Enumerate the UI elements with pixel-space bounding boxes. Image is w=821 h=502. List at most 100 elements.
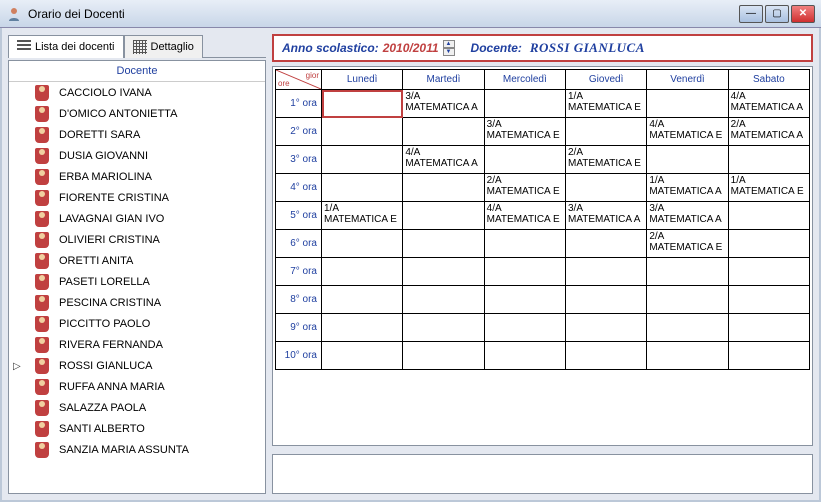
teacher-list[interactable]: CACCIOLO IVANAD'OMICO ANTONIETTADORETTI … [9, 82, 265, 493]
timetable-cell[interactable] [322, 258, 403, 286]
timetable-cell[interactable] [322, 286, 403, 314]
teacher-row[interactable]: SALAZZA PAOLA [9, 397, 265, 418]
timetable-cell[interactable] [565, 314, 646, 342]
day-header: Martedì [403, 70, 484, 90]
teacher-row[interactable]: RUFFA ANNA MARIA [9, 376, 265, 397]
tab-dettaglio[interactable]: Dettaglio [124, 35, 203, 58]
timetable-cell[interactable] [728, 202, 809, 230]
timetable-cell[interactable]: 4/AMATEMATICA A [403, 146, 484, 174]
year-up-button[interactable]: ▲ [443, 40, 455, 48]
timetable-cell[interactable] [403, 286, 484, 314]
teacher-row[interactable]: ERBA MARIOLINA [9, 166, 265, 187]
timetable-cell[interactable]: 1/AMATEMATICA E [565, 90, 646, 118]
timetable-cell[interactable] [484, 258, 565, 286]
timetable-cell[interactable]: 3/AMATEMATICA A [565, 202, 646, 230]
tab-lista-docenti[interactable]: Lista dei docenti [8, 35, 124, 58]
timetable-cell[interactable]: 1/AMATEMATICA A [647, 174, 728, 202]
timetable-cell[interactable] [322, 314, 403, 342]
teacher-row[interactable]: DORETTI SARA [9, 124, 265, 145]
teacher-row[interactable]: ORETTI ANITA [9, 250, 265, 271]
cell-subject: MATEMATICA E [487, 186, 563, 197]
timetable-cell[interactable]: 1/AMATEMATICA E [322, 202, 403, 230]
timetable-cell[interactable] [647, 286, 728, 314]
teacher-row[interactable]: PICCITTO PAOLO [9, 313, 265, 334]
timetable-cell[interactable] [484, 230, 565, 258]
cell-class: 3/A [568, 203, 644, 214]
year-down-button[interactable]: ▼ [443, 48, 455, 56]
cell-subject: MATEMATICA A [731, 102, 807, 113]
timetable-cell[interactable] [647, 146, 728, 174]
timetable-cell[interactable]: 4/AMATEMATICA A [728, 90, 809, 118]
timetable-cell[interactable]: 3/AMATEMATICA A [403, 90, 484, 118]
hour-header: 2° ora [276, 118, 322, 146]
teacher-row[interactable]: SANTI ALBERTO [9, 418, 265, 439]
timetable-cell[interactable] [403, 314, 484, 342]
timetable-cell[interactable]: 2/AMATEMATICA E [647, 230, 728, 258]
teacher-row[interactable]: PASETI LORELLA [9, 271, 265, 292]
timetable-cell[interactable] [728, 146, 809, 174]
timetable-cell[interactable]: 2/AMATEMATICA A [728, 118, 809, 146]
timetable-cell[interactable] [484, 90, 565, 118]
timetable-cell[interactable]: 2/AMATEMATICA E [565, 146, 646, 174]
timetable-cell[interactable] [484, 146, 565, 174]
timetable-cell[interactable] [322, 342, 403, 370]
teacher-icon [35, 379, 49, 395]
window-titlebar: Orario dei Docenti — ▢ ✕ [0, 0, 821, 28]
timetable-cell[interactable] [728, 314, 809, 342]
timetable-cell[interactable] [647, 314, 728, 342]
teacher-row[interactable]: PESCINA CRISTINA [9, 292, 265, 313]
timetable-cell[interactable] [728, 286, 809, 314]
cell-subject: MATEMATICA A [405, 102, 481, 113]
timetable-cell[interactable] [403, 202, 484, 230]
timetable-cell[interactable] [565, 342, 646, 370]
timetable-cell[interactable] [647, 90, 728, 118]
teacher-name: DUSIA GIOVANNI [59, 150, 148, 162]
timetable-cell[interactable] [565, 230, 646, 258]
timetable-cell[interactable] [565, 174, 646, 202]
timetable-cell[interactable] [728, 258, 809, 286]
timetable-cell[interactable] [565, 118, 646, 146]
timetable-cell[interactable]: 4/AMATEMATICA E [484, 202, 565, 230]
teacher-row[interactable]: DUSIA GIOVANNI [9, 145, 265, 166]
timetable-cell[interactable] [322, 230, 403, 258]
timetable-cell[interactable] [565, 258, 646, 286]
teacher-row[interactable]: OLIVIERI CRISTINA [9, 229, 265, 250]
cell-subject: MATEMATICA E [568, 158, 644, 169]
timetable-cell[interactable]: 3/AMATEMATICA A [647, 202, 728, 230]
timetable-cell[interactable] [322, 174, 403, 202]
timetable-cell[interactable] [403, 174, 484, 202]
timetable-cell[interactable]: 3/AMATEMATICA E [484, 118, 565, 146]
teacher-label: Docente: [471, 41, 522, 55]
maximize-button[interactable]: ▢ [765, 5, 789, 23]
info-bar: Anno scolastico: 2010/2011 ▲ ▼ Docente: … [272, 34, 813, 62]
timetable-cell[interactable] [484, 286, 565, 314]
timetable-cell[interactable] [322, 90, 403, 118]
timetable-cell[interactable] [647, 342, 728, 370]
teacher-row[interactable]: ROSSI GIANLUCA [9, 355, 265, 376]
teacher-row[interactable]: FIORENTE CRISTINA [9, 187, 265, 208]
timetable-cell[interactable] [484, 342, 565, 370]
teacher-row[interactable]: RIVERA FERNANDA [9, 334, 265, 355]
timetable-cell[interactable]: 2/AMATEMATICA E [484, 174, 565, 202]
minimize-button[interactable]: — [739, 5, 763, 23]
timetable-cell[interactable] [403, 230, 484, 258]
timetable-cell[interactable] [403, 342, 484, 370]
close-button[interactable]: ✕ [791, 5, 815, 23]
timetable-cell[interactable] [728, 230, 809, 258]
timetable-cell[interactable] [403, 258, 484, 286]
grid-icon [133, 40, 147, 54]
teacher-row[interactable]: LAVAGNAI GIAN IVO [9, 208, 265, 229]
timetable-cell[interactable] [728, 342, 809, 370]
timetable-cell[interactable] [647, 258, 728, 286]
timetable-cell[interactable] [565, 286, 646, 314]
teacher-row[interactable]: CACCIOLO IVANA [9, 82, 265, 103]
corner-gior-label: gior [306, 71, 319, 80]
timetable-cell[interactable]: 4/AMATEMATICA E [647, 118, 728, 146]
timetable-cell[interactable] [403, 118, 484, 146]
timetable-cell[interactable]: 1/AMATEMATICA E [728, 174, 809, 202]
teacher-row[interactable]: D'OMICO ANTONIETTA [9, 103, 265, 124]
timetable-cell[interactable] [322, 146, 403, 174]
timetable-cell[interactable] [484, 314, 565, 342]
timetable-cell[interactable] [322, 118, 403, 146]
teacher-row[interactable]: SANZIA MARIA ASSUNTA [9, 439, 265, 460]
